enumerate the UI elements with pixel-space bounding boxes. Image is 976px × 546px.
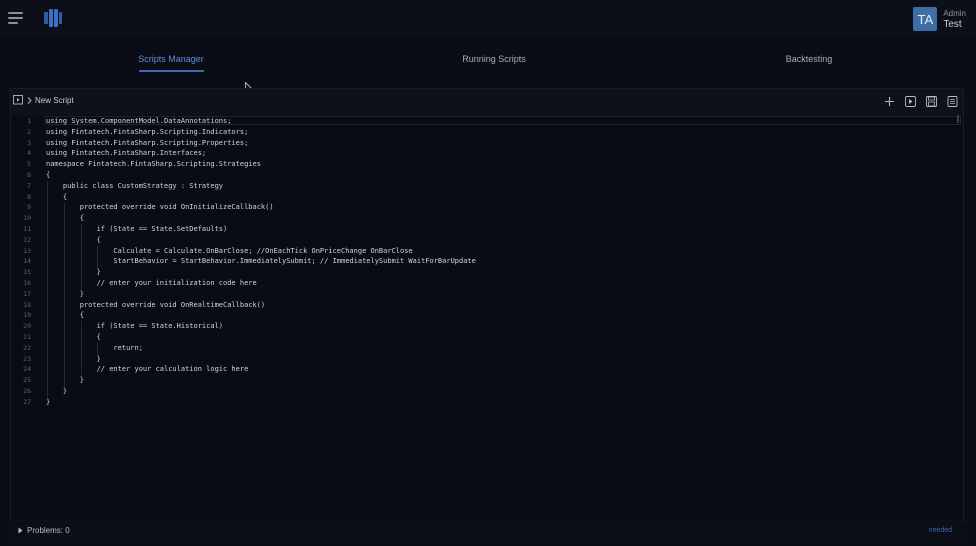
user-menu[interactable]: TA Admin Test	[913, 6, 966, 32]
line-number: 17	[23, 289, 31, 298]
save-icon[interactable]	[925, 95, 938, 108]
code-line[interactable]: {	[46, 213, 84, 224]
line-number: 8	[27, 192, 31, 201]
scrollbar[interactable]	[951, 115, 959, 123]
code-line[interactable]: using Fintatech.FintaSharp.Scripting.Pro…	[46, 138, 248, 149]
line-number: 10	[23, 214, 31, 223]
problems-count: Problems: 0	[27, 526, 70, 535]
code-line[interactable]: {	[46, 332, 101, 343]
code-line[interactable]: namespace Fintatech.FintaSharp.Scripting…	[46, 159, 261, 170]
caret-right-icon	[18, 527, 23, 534]
line-number: 19	[23, 311, 31, 320]
line-number: 27	[23, 397, 31, 406]
add-script-icon[interactable]	[13, 95, 24, 105]
app-logo-icon[interactable]	[42, 8, 64, 28]
tab-running-scripts[interactable]: Running Scripts	[462, 54, 526, 64]
line-number: 22	[23, 343, 31, 352]
code-line[interactable]: // enter your initialization code here	[46, 278, 257, 289]
toolbar-actions	[883, 95, 959, 108]
line-number: 16	[23, 279, 31, 287]
indent-guide	[97, 342, 99, 354]
code-line[interactable]: using Fintatech.FintaSharp.Scripting.Ind…	[46, 127, 248, 138]
line-number: 25	[23, 376, 31, 385]
code-line[interactable]: StartBehavior = StartBehavior.Immediatel…	[46, 256, 475, 267]
line-number: 23	[23, 354, 31, 363]
code-line[interactable]: }	[46, 267, 101, 278]
top-bar: TA Admin Test	[0, 0, 976, 36]
indent-guide	[97, 245, 99, 268]
problems-toggle[interactable]: Problems: 0	[18, 526, 70, 535]
line-number: 4	[27, 149, 31, 158]
menu-icon[interactable]	[8, 12, 23, 24]
code-line[interactable]: }	[46, 375, 84, 386]
line-number: 5	[27, 160, 31, 169]
code-line[interactable]: {	[46, 310, 84, 321]
line-number: 18	[23, 300, 31, 309]
active-tab-indicator	[139, 70, 204, 72]
code-editor[interactable]: 1 2 3 4 5 6 7 8 9 10 11 12 13 14 15 16 17 18 19 20 21 22 23 24 2…	[11, 115, 963, 519]
code-line[interactable]: }	[46, 354, 101, 365]
plus-icon[interactable]	[883, 95, 896, 108]
user-role: Admin	[943, 9, 966, 18]
line-number: 9	[27, 203, 31, 212]
tab-scripts-manager[interactable]: Scripts Manager	[138, 54, 204, 64]
tab-backtesting[interactable]: Backtesting	[786, 54, 833, 64]
line-number: 24	[23, 365, 31, 374]
editor-toolbar: New Script	[11, 89, 963, 115]
avatar[interactable]: TA	[913, 7, 938, 31]
script-tab[interactable]: New Script	[13, 95, 74, 105]
code-line[interactable]: if (State == State.SetDefaults)	[46, 224, 228, 235]
line-number: 12	[23, 235, 31, 244]
code-line[interactable]: protected override void OnRealtimeCallba…	[46, 300, 265, 311]
line-number: 11	[23, 225, 31, 233]
main-tabs: Scripts Manager Running Scripts Backtest…	[0, 48, 976, 76]
code-line[interactable]: {	[46, 235, 101, 246]
indent-guide	[80, 224, 82, 289]
line-number: 14	[23, 257, 31, 266]
code-line[interactable]: if (State == State.Historical)	[46, 321, 223, 332]
code-line[interactable]: using System.ComponentModel.DataAnnotati…	[46, 116, 231, 127]
line-number: 13	[23, 246, 31, 255]
code-line[interactable]: return;	[46, 343, 143, 354]
code-line[interactable]: // enter your calculation logic here	[46, 364, 249, 375]
code-line[interactable]: protected override void OnInitializeCall…	[46, 202, 274, 213]
indent-guide	[80, 321, 82, 376]
line-number: 20	[23, 322, 31, 331]
indent-guide	[63, 202, 65, 386]
status-right-text: needed	[928, 527, 952, 534]
script-editor-panel: New Script 1 2 3 4 5 6 7 8 9 10 11 12 13 14 15 16 17 18 19…	[10, 88, 964, 522]
line-number: 7	[27, 181, 31, 190]
line-number: 21	[23, 333, 31, 341]
code-line[interactable]: {	[46, 170, 50, 181]
status-bar: Problems: 0 needed	[10, 521, 962, 539]
line-number: 6	[27, 171, 31, 179]
user-info: Admin Test	[943, 8, 966, 30]
code-line[interactable]: Calculate = Calculate.OnBarClose; //OnEa…	[46, 246, 412, 257]
run-icon[interactable]	[904, 95, 917, 108]
code-line[interactable]: public class CustomStrategy : Strategy	[46, 181, 223, 192]
line-number: 15	[23, 268, 31, 277]
code-line[interactable]: }	[46, 397, 50, 408]
indent-guide	[47, 180, 48, 397]
line-number: 26	[23, 387, 31, 395]
chevron-right-icon	[27, 96, 32, 104]
line-number: 3	[27, 138, 31, 147]
code-line[interactable]: {	[46, 192, 67, 203]
user-name: Test	[943, 19, 962, 30]
code-line[interactable]: using Fintatech.FintaSharp.Interfaces;	[46, 148, 206, 159]
script-name-label: New Script	[35, 95, 74, 105]
code-line[interactable]: }	[46, 386, 67, 397]
code-line[interactable]: }	[46, 289, 84, 300]
line-number: 1	[27, 117, 31, 125]
document-icon[interactable]	[946, 95, 959, 108]
line-number: 2	[27, 127, 31, 136]
